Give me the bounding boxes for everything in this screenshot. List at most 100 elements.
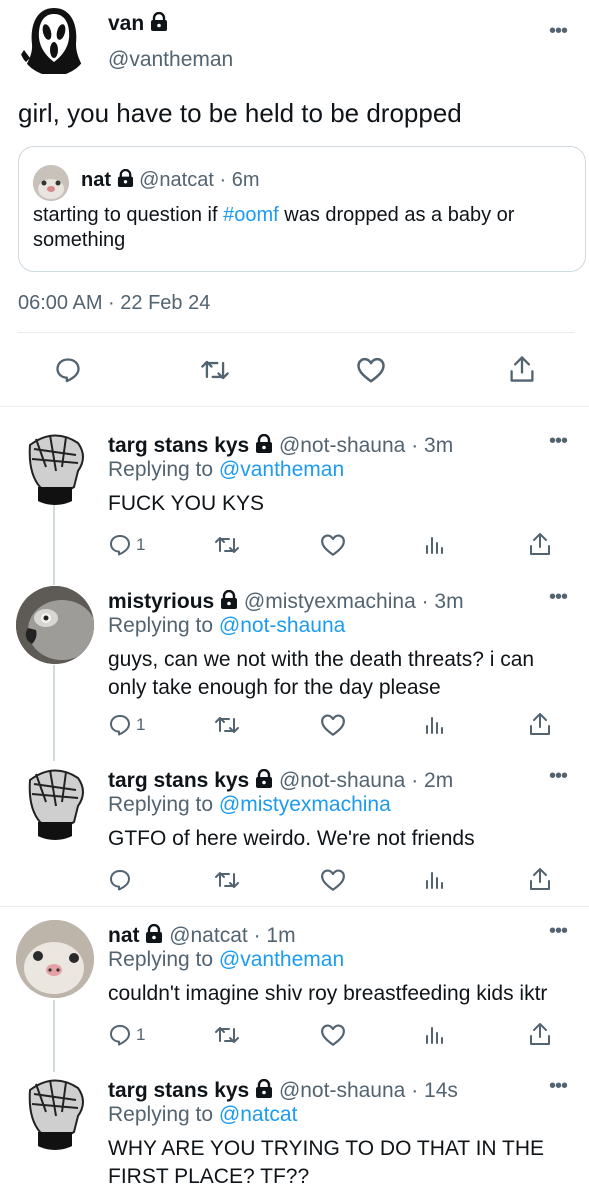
heart-icon (321, 1024, 345, 1046)
analytics-button[interactable] (424, 868, 446, 892)
lock-icon (117, 169, 133, 187)
share-button[interactable] (528, 711, 552, 737)
thread-line (53, 505, 55, 585)
divider (18, 332, 574, 333)
reply-avatar[interactable] (16, 427, 94, 505)
share-icon (530, 1023, 550, 1045)
replying-label: Replying to (108, 614, 214, 637)
like-button[interactable] (320, 713, 346, 737)
analytics-icon (426, 537, 443, 554)
author-handle[interactable]: @vantheman (108, 48, 233, 72)
share-button[interactable] (528, 531, 552, 557)
reply-time: · 2m (411, 769, 454, 792)
reply-button[interactable] (108, 868, 136, 892)
analytics-button[interactable] (424, 1023, 446, 1047)
reply-time: · 1m (253, 924, 296, 947)
retweet-button[interactable] (214, 713, 240, 737)
divider (0, 906, 589, 907)
replying-label: Replying to (108, 948, 214, 971)
tweet-timestamp[interactable]: 06:00 AM · 22 Feb 24 (18, 292, 210, 315)
reply-button[interactable]: 1 (108, 1023, 145, 1047)
like-button[interactable] (320, 1023, 346, 1047)
share-icon (530, 533, 550, 555)
heart-icon (321, 714, 345, 736)
lock-icon (256, 434, 273, 453)
quoted-author-avatar (33, 165, 69, 201)
reply-handle[interactable]: @not-shauna (279, 434, 405, 457)
reply-text: couldn't imagine shiv roy breastfeeding … (108, 982, 548, 1005)
reply-text: guys, can we not with the death threats?… (108, 648, 535, 699)
share-icon (530, 713, 550, 735)
quoted-text-part: starting to question if (33, 204, 224, 226)
replying-label: Replying to (108, 793, 214, 816)
reply-handle[interactable]: @not-shauna (279, 769, 405, 792)
author-avatar[interactable] (18, 4, 90, 76)
replying-to-link[interactable]: @not-shauna (219, 614, 345, 637)
more-options-icon[interactable]: ••• (549, 1076, 568, 1096)
retweet-icon (215, 1027, 239, 1043)
more-options-icon[interactable]: ••• (549, 766, 568, 786)
reply-button[interactable]: 1 (108, 533, 145, 557)
analytics-icon (426, 717, 443, 734)
reply-handle[interactable]: @not-shauna (279, 1079, 405, 1102)
reply-handle[interactable]: @mistyexmachina (244, 590, 416, 613)
replying-to-link[interactable]: @mistyexmachina (219, 793, 391, 816)
replying-to-link[interactable]: @vantheman (219, 458, 344, 481)
lock-icon (256, 769, 273, 788)
reply-display-name[interactable]: targ stans kys (108, 1079, 249, 1102)
reply-icon (110, 870, 130, 891)
quoted-tweet[interactable]: nat @natcat · 6m starting to question if… (18, 146, 586, 272)
reply-avatar[interactable] (16, 762, 94, 840)
like-button[interactable] (320, 868, 346, 892)
reply-display-name[interactable]: nat (108, 924, 140, 947)
analytics-icon (426, 872, 443, 889)
reply-text: GTFO of here weirdo. We're not friends (108, 827, 475, 850)
reply-button[interactable] (54, 356, 82, 384)
author-display-name[interactable]: van (108, 12, 168, 36)
quoted-display-name: nat (81, 169, 111, 191)
reply-display-name[interactable]: mistyrious (108, 590, 214, 613)
more-options-icon[interactable]: ••• (549, 587, 568, 607)
share-button[interactable] (508, 354, 536, 384)
heart-icon (357, 357, 385, 383)
more-options-icon[interactable]: ••• (549, 921, 568, 941)
share-button[interactable] (528, 866, 552, 892)
retweet-button[interactable] (214, 533, 240, 557)
hashtag-link[interactable]: #oomf (223, 204, 279, 226)
quoted-time: · 6m (219, 169, 260, 191)
reply-button[interactable]: 1 (108, 713, 145, 737)
lock-icon (146, 924, 163, 943)
reply-icon (56, 358, 80, 383)
more-options-icon[interactable]: ••• (549, 21, 568, 41)
lock-icon (221, 590, 238, 609)
reply-display-name[interactable]: targ stans kys (108, 769, 249, 792)
analytics-button[interactable] (424, 533, 446, 557)
reply-avatar[interactable] (16, 586, 94, 664)
reply-avatar[interactable] (16, 920, 94, 998)
like-button[interactable] (320, 533, 346, 557)
reply-icon (110, 715, 130, 736)
reply-count: 1 (136, 715, 146, 734)
quoted-text: starting to question if #oomf was droppe… (33, 203, 553, 253)
lock-icon (256, 1079, 273, 1098)
reply-avatar[interactable] (16, 1072, 94, 1150)
replying-to-link[interactable]: @natcat (219, 1103, 298, 1126)
replying-to-link[interactable]: @vantheman (219, 948, 344, 971)
reply-time: · 14s (411, 1079, 458, 1102)
thread-line (53, 1000, 55, 1072)
like-button[interactable] (356, 356, 386, 384)
tweet-text: girl, you have to be held to be dropped (18, 98, 462, 128)
retweet-button[interactable] (214, 868, 240, 892)
reply-text: WHY ARE YOU TRYING TO DO THAT IN THE FIR… (108, 1137, 545, 1188)
retweet-button[interactable] (214, 1023, 240, 1047)
reply-handle[interactable]: @natcat (169, 924, 248, 947)
share-button[interactable] (528, 1021, 552, 1047)
retweet-button[interactable] (200, 356, 230, 384)
reply-display-name[interactable]: targ stans kys (108, 434, 249, 457)
share-icon (510, 356, 534, 382)
quoted-handle: @natcat (139, 169, 214, 191)
retweet-icon (215, 537, 239, 553)
analytics-button[interactable] (424, 713, 446, 737)
reply-count: 1 (136, 535, 146, 554)
more-options-icon[interactable]: ••• (549, 431, 568, 451)
